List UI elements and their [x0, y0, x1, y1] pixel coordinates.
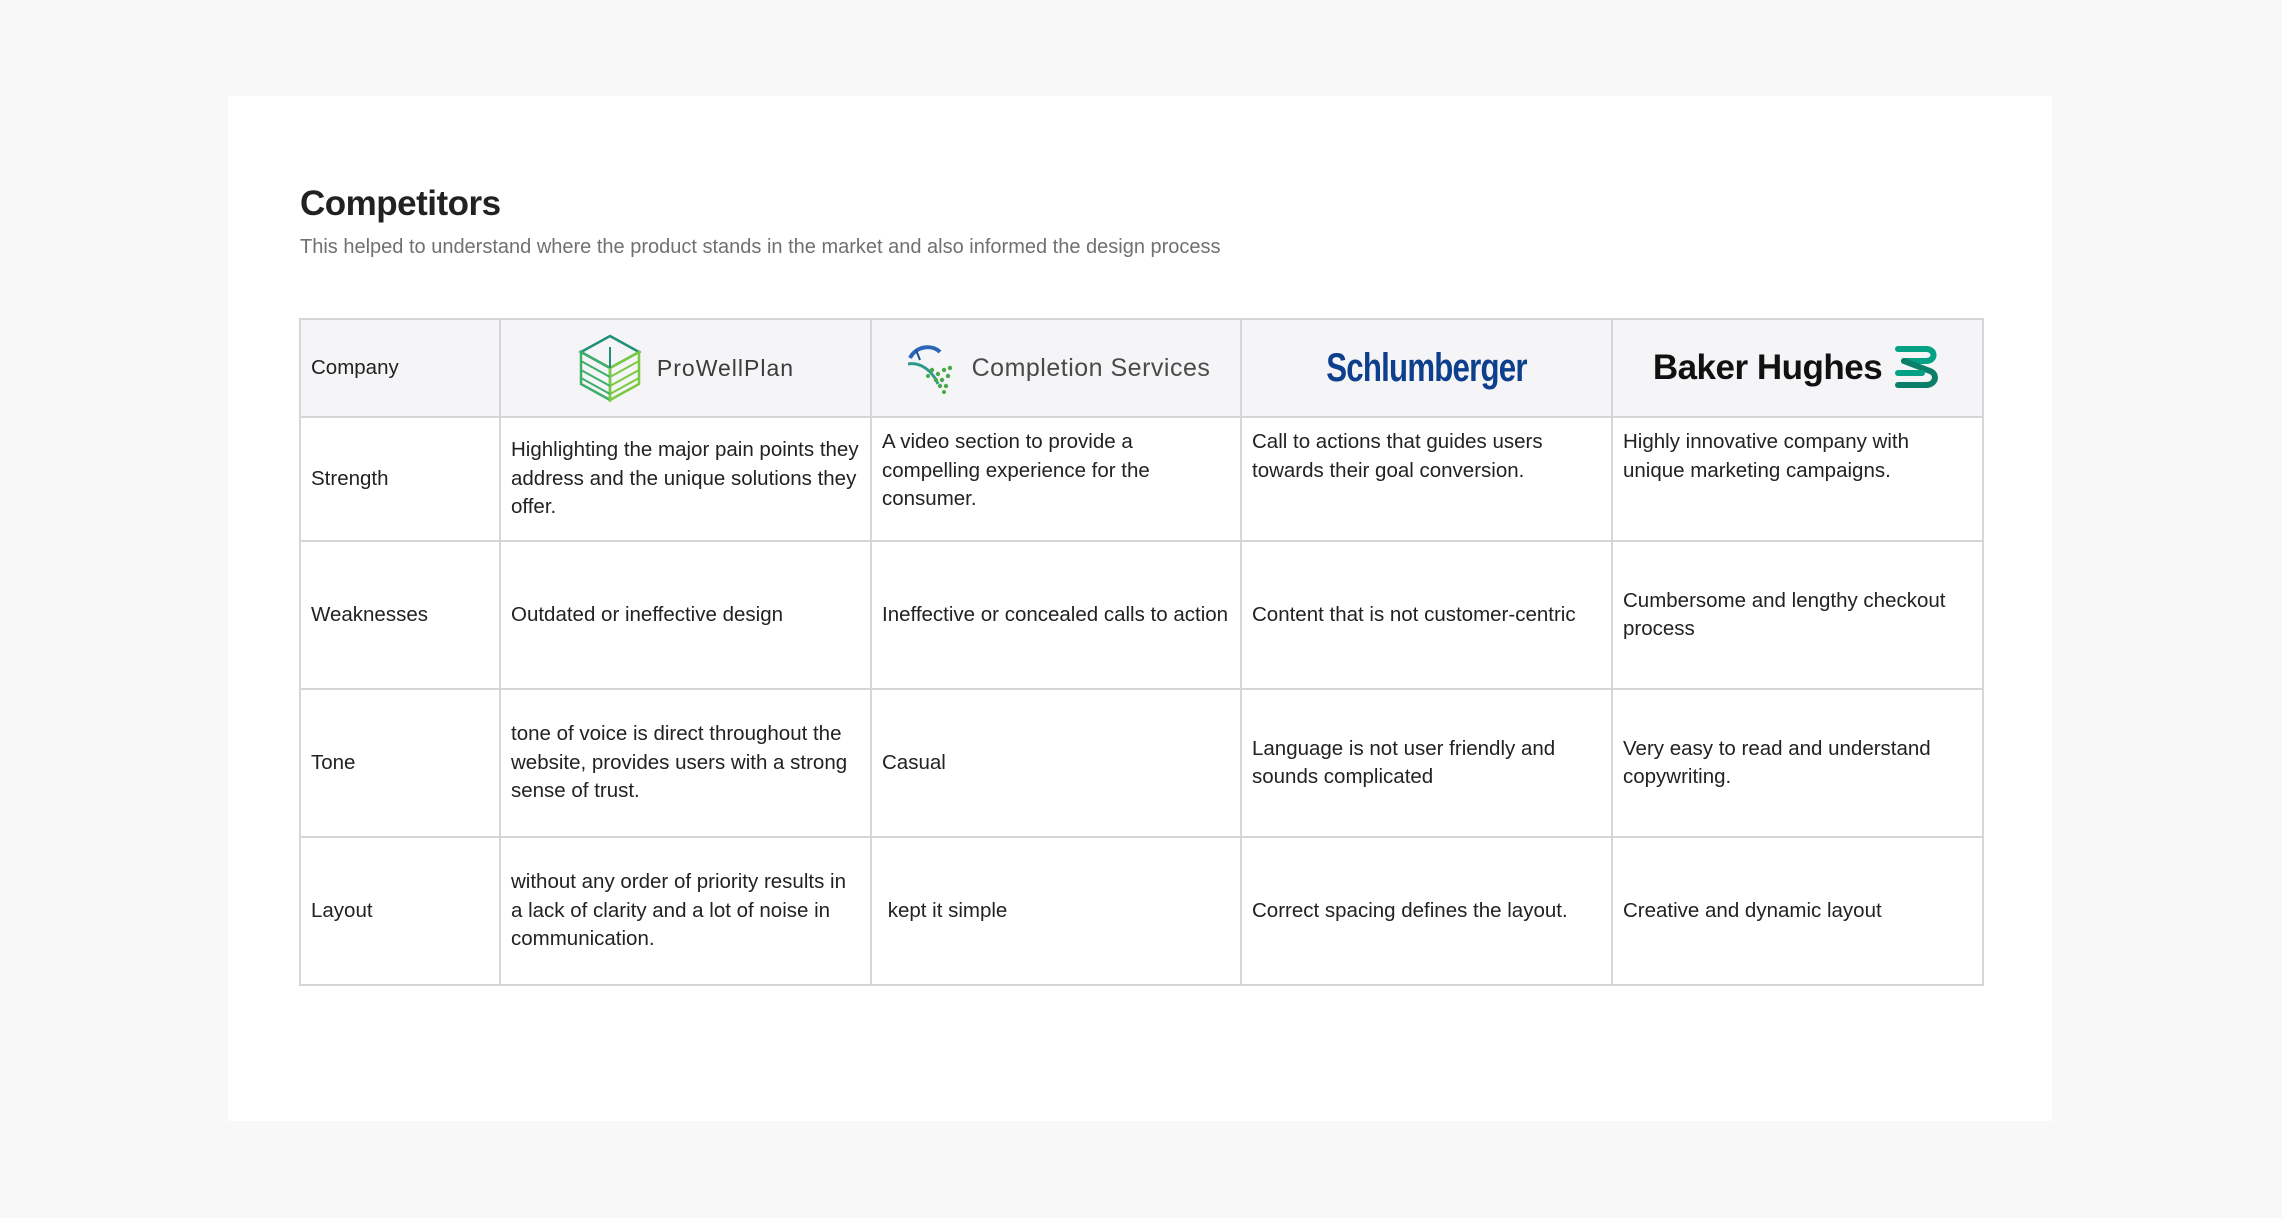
table-header-row: Company ProWellPlan Completion Services …	[299, 318, 1984, 418]
table-cell: without any order of priority results in…	[499, 836, 872, 986]
table-cell: kept it simple	[870, 836, 1242, 986]
schlumberger-logo: Schlumberger	[1252, 320, 1601, 416]
table-cell: Creative and dynamic layout	[1611, 836, 1984, 986]
row-label: Strength	[299, 416, 501, 542]
table-cell: Highlighting the major pain points they …	[499, 416, 872, 542]
row-label: Weaknesses	[299, 540, 501, 690]
competitors-card: Competitors This helped to understand wh…	[228, 96, 2052, 1121]
completion-services-name: Completion Services	[971, 353, 1211, 382]
table-cell: Language is not user friendly and sounds…	[1240, 688, 1613, 838]
prowellplan-logo-icon	[578, 334, 642, 403]
table-cell: Cumbersome and lengthy checkout process	[1611, 540, 1984, 690]
table-cell: Content that is not customer-centric	[1240, 540, 1613, 690]
page-subtitle: This helped to understand where the prod…	[300, 236, 1221, 258]
completion-services-logo: Completion Services	[882, 320, 1230, 416]
company-cell-completion-services: Completion Services	[870, 318, 1242, 418]
competitors-table: Company ProWellPlan Completion Services …	[299, 318, 1984, 986]
table-cell: Outdated or ineffective design	[499, 540, 872, 690]
table-cell: Casual	[870, 688, 1242, 838]
table-row: Strength Highlighting the major pain poi…	[299, 416, 1984, 542]
table-row: Tone tone of voice is direct throughout …	[299, 688, 1984, 838]
row-label: Layout	[299, 836, 501, 986]
schlumberger-wordmark: Schlumberger	[1326, 345, 1527, 390]
completion-services-logo-icon	[907, 345, 952, 394]
table-cell: Call to actions that guides users toward…	[1240, 416, 1613, 542]
table-cell: A video section to provide a compelling …	[870, 416, 1242, 542]
table-cell: tone of voice is direct throughout the w…	[499, 688, 872, 838]
baker-hughes-name: Baker Hughes	[1652, 347, 1883, 387]
company-label: Company	[311, 355, 399, 379]
row-label: Tone	[299, 688, 501, 838]
page-title: Competitors	[300, 184, 501, 223]
prowellplan-logo: ProWellPlan	[511, 320, 860, 416]
table-cell: Very easy to read and understand copywri…	[1611, 688, 1984, 838]
company-cell-schlumberger: Schlumberger	[1240, 318, 1613, 418]
table-cell: Highly innovative company with unique ma…	[1611, 416, 1984, 542]
table-row: Weaknesses Outdated or ineffective desig…	[299, 540, 1984, 690]
prowellplan-name: ProWellPlan	[656, 354, 795, 381]
company-cell-prowellplan: ProWellPlan	[499, 318, 872, 418]
company-header-cell: Company	[299, 318, 501, 418]
company-cell-baker-hughes: Baker Hughes	[1611, 318, 1984, 418]
table-cell: Correct spacing defines the layout.	[1240, 836, 1613, 986]
table-row: Layout without any order of priority res…	[299, 836, 1984, 986]
baker-hughes-logo-icon	[1895, 346, 1939, 388]
table-cell: Ineffective or concealed calls to action	[870, 540, 1242, 690]
baker-hughes-logo: Baker Hughes	[1623, 320, 1972, 416]
